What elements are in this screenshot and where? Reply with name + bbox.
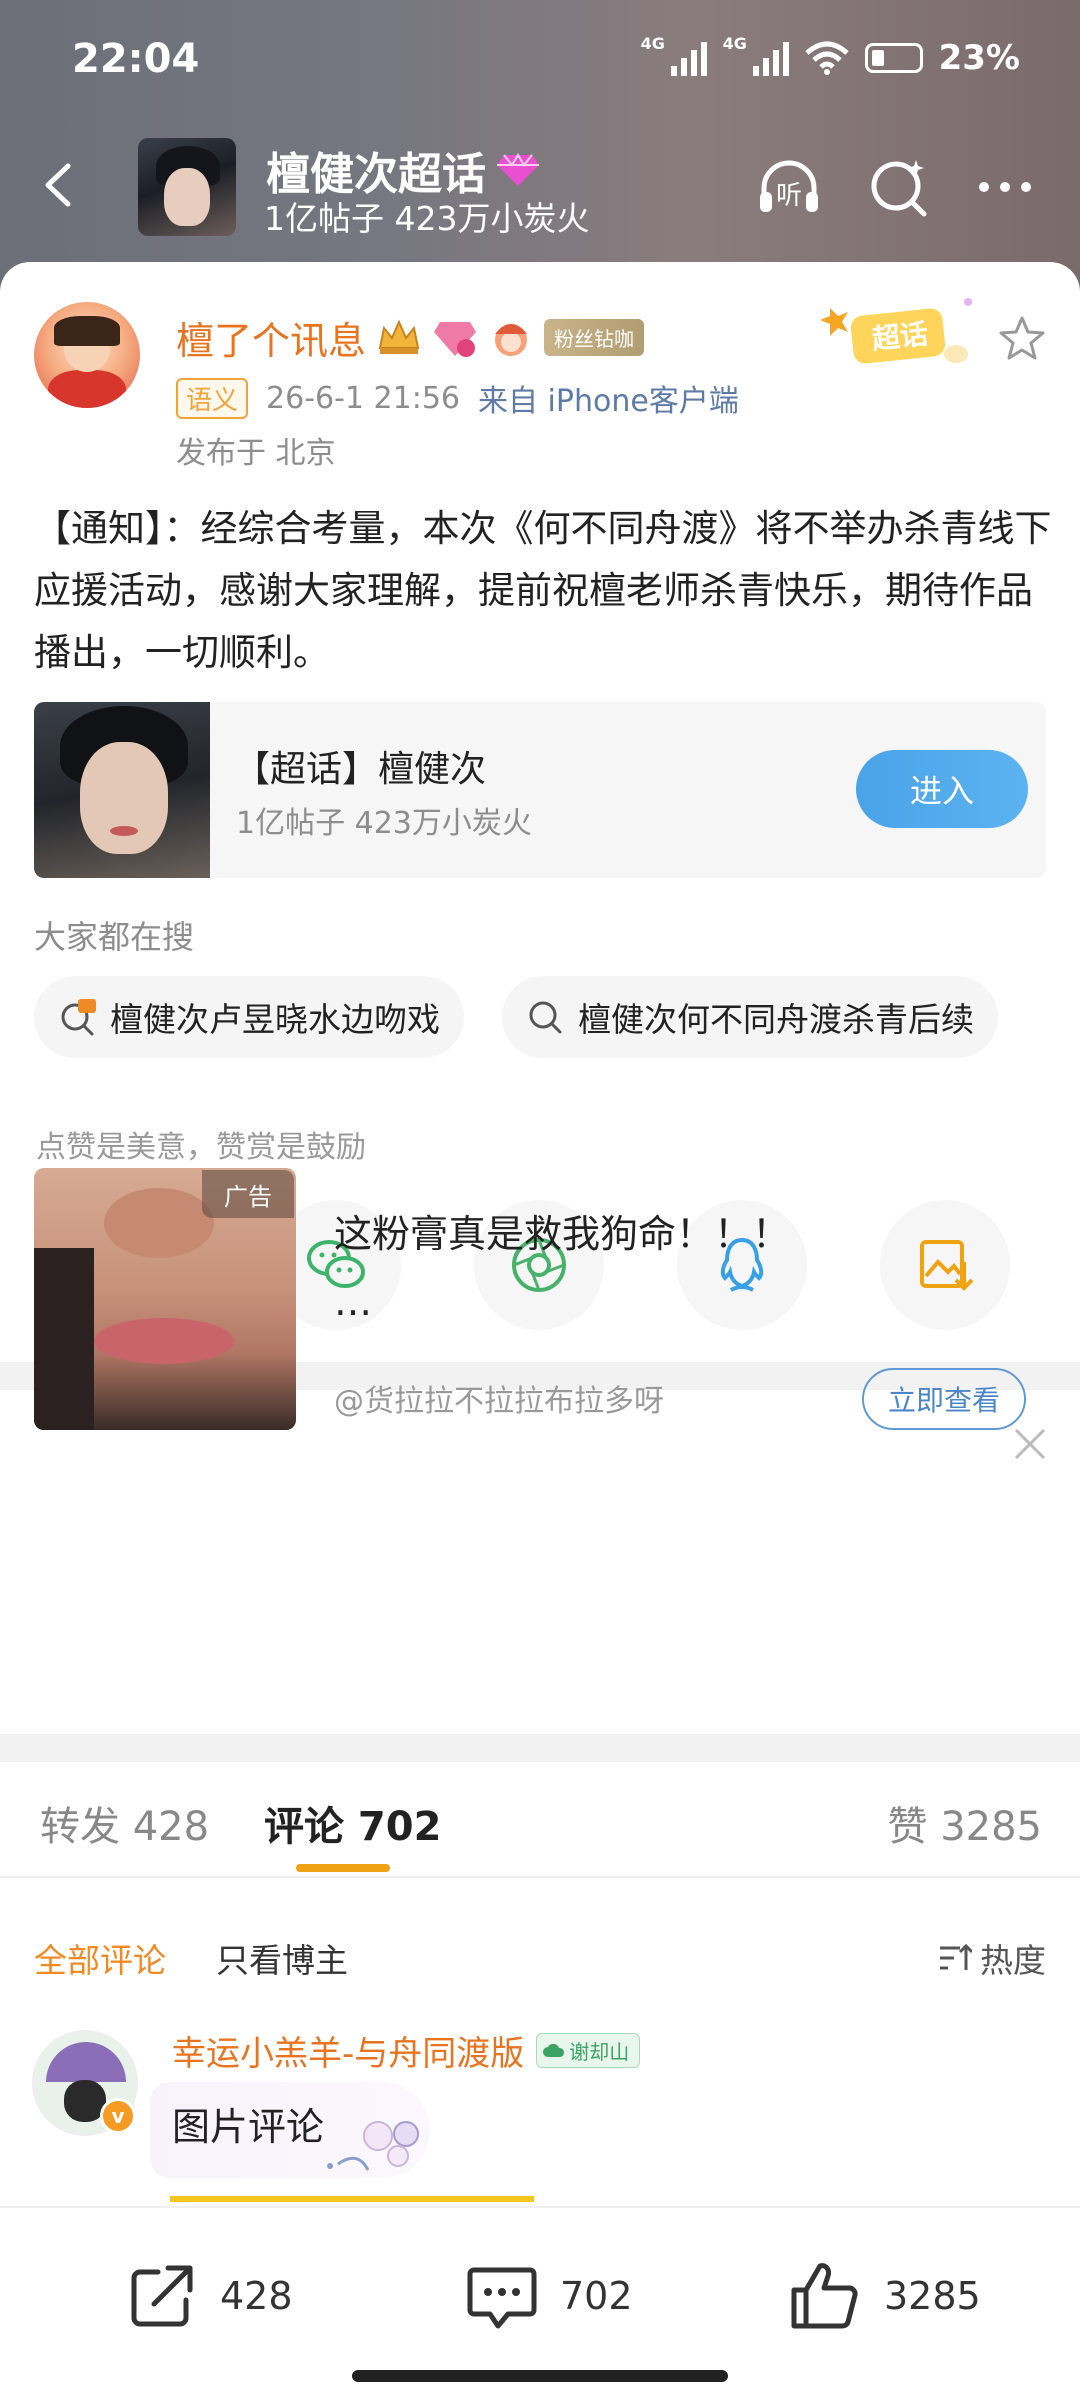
listen-headphones-icon[interactable]: 听 <box>754 152 824 222</box>
battery-icon <box>864 43 923 73</box>
engagement-tabs: 转发 428 评论 702 赞 3285 <box>0 1760 1080 1878</box>
commenter-name[interactable]: 幸运小羔羊-与舟同渡版 <box>172 2026 524 2075</box>
supertopic-card-image <box>34 702 210 878</box>
reward-hint: 点赞是美意，赞赏是鼓励 <box>36 1130 366 1165</box>
comment-text[interactable]: 图片评论 <box>172 2096 324 2151</box>
author-name-row: 檀了个讯息 粉丝钻咖 <box>176 310 645 365</box>
like-button[interactable]: 3285 <box>788 2258 981 2334</box>
page-subtitle: 1亿帖子 423万小炭火 <box>264 199 590 238</box>
ad-label: 广告 <box>202 1170 294 1218</box>
diamond-badge-icon <box>497 153 539 186</box>
comment-filters: 全部评论 只看博主 热度 <box>0 1922 1080 1986</box>
trending-search-label: 大家都在搜 <box>34 918 195 956</box>
enter-button[interactable]: 进入 <box>856 750 1028 828</box>
svg-text:超话: 超话 <box>870 317 929 356</box>
comment-highlight-line <box>170 2196 534 2202</box>
post-source[interactable]: 来自 iPhone客户端 <box>478 376 739 420</box>
status-bar: 22:04 4G 4G 23% <box>0 0 1080 120</box>
post-time: 26-6-1 21:56 <box>266 380 461 416</box>
top-bar: 檀健次超话 1亿帖子 423万小炭火 听 <box>0 130 1080 240</box>
tab-repost[interactable]: 转发 428 <box>40 1794 209 1852</box>
more-icon[interactable] <box>970 152 1040 222</box>
signal-icon: 4G <box>641 34 707 76</box>
crown-badge-icon <box>378 319 420 354</box>
repost-button[interactable]: 428 <box>124 2258 293 2334</box>
home-indicator[interactable] <box>352 2370 728 2382</box>
bubble-decoration-icon <box>327 2121 419 2171</box>
ad-image[interactable]: 广告 <box>34 1168 296 1430</box>
signal-icon: 4G <box>723 34 789 76</box>
search-icon[interactable] <box>866 152 936 222</box>
supertopic-card[interactable]: 【超话】檀健次 1亿帖子 423万小炭火 进入 <box>34 702 1046 878</box>
back-icon[interactable] <box>34 160 84 210</box>
save-image-button[interactable] <box>880 1200 1010 1330</box>
ad-author[interactable]: @货拉拉不拉拉布拉多呀 <box>334 1376 664 1420</box>
semantic-tag[interactable]: 语义 <box>176 377 249 419</box>
comment-button[interactable]: 702 <box>464 2258 633 2334</box>
cloud-icon <box>543 2043 565 2057</box>
section-divider <box>0 1734 1080 1762</box>
verified-badge-icon: v <box>100 2098 136 2134</box>
hot-search-icon <box>61 999 96 1036</box>
thumbs-up-icon <box>791 2263 858 2329</box>
post-location: 发布于 北京 <box>176 436 336 471</box>
search-icon <box>529 1001 562 1034</box>
status-indicators: 4G 4G 23% <box>641 34 1020 78</box>
tab-comments[interactable]: 评论 702 <box>264 1794 441 1852</box>
level-gem-icon <box>434 321 477 357</box>
fan-level-badge: 粉丝钻咖 <box>544 319 645 356</box>
battery-percent: 23% <box>938 38 1020 78</box>
ad-title[interactable]: 这粉膏真是救我狗命！！！ … <box>334 1200 894 1336</box>
save-image-icon <box>920 1240 974 1291</box>
trending-search-chip[interactable]: 檀健次卢昱晓水边吻戏 <box>34 976 464 1058</box>
post-body: 【通知】：经综合考量，本次《何不同舟渡》将不举办杀青线下应援活动，感谢大家理解，… <box>34 507 1052 674</box>
author-name[interactable]: 檀了个讯息 <box>176 310 366 365</box>
commenter-name-row: 幸运小羔羊-与舟同渡版 谢却山 <box>172 2026 641 2075</box>
fan-face-icon <box>495 323 528 356</box>
supertopic-stamp-icon: 超话 <box>820 298 972 364</box>
filter-op-only[interactable]: 只看博主 <box>216 1934 348 1982</box>
active-tab-indicator <box>296 1864 390 1872</box>
supertopic-card-subtitle: 1亿帖子 423万小炭火 <box>236 806 532 841</box>
sort-icon <box>940 1943 972 1970</box>
supertopic-card-title: 【超话】檀健次 <box>234 749 487 790</box>
comment-icon <box>467 2267 537 2329</box>
filter-all-comments[interactable]: 全部评论 <box>34 1934 166 1982</box>
post-meta: 语义 26-6-1 21:56 来自 iPhone客户端 <box>176 376 739 420</box>
sort-by-hot[interactable]: 热度 <box>936 1934 1046 1982</box>
repost-icon <box>131 2265 193 2327</box>
wifi-icon <box>804 41 849 75</box>
author-avatar[interactable] <box>34 302 140 408</box>
status-time: 22:04 <box>72 36 200 82</box>
close-icon[interactable] <box>1012 1426 1048 1462</box>
ad-view-button[interactable]: 立即查看 <box>862 1368 1026 1430</box>
tab-likes[interactable]: 赞 3285 <box>887 1794 1042 1852</box>
commenter-tag: 谢却山 <box>536 2033 641 2068</box>
favorite-star-icon[interactable] <box>998 314 1046 362</box>
svg-text:听: 听 <box>776 181 802 211</box>
supertopic-avatar[interactable] <box>138 138 236 236</box>
trending-search-chip[interactable]: 檀健次何不同舟渡杀青后续 <box>502 976 998 1058</box>
